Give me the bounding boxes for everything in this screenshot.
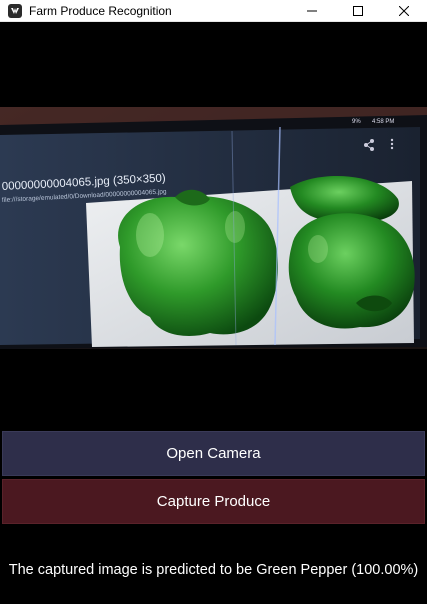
minimize-button[interactable] <box>289 0 335 22</box>
capture-produce-label: Capture Produce <box>156 493 271 510</box>
capture-produce-button[interactable]: Capture Produce <box>2 479 425 524</box>
maximize-button[interactable] <box>335 0 381 22</box>
title-bar[interactable]: Farm Produce Recognition <box>0 0 427 22</box>
maximize-icon <box>353 5 363 16</box>
window-title: Farm Produce Recognition <box>29 3 172 18</box>
app-window: Farm Produce Recognition 9% 4:58 PM 0000… <box>0 0 427 604</box>
camera-preview: 9% 4:58 PM 00000000004065.jpg (350×350) … <box>0 107 427 349</box>
open-camera-button[interactable]: Open Camera <box>2 431 425 476</box>
open-camera-label: Open Camera <box>166 445 261 462</box>
close-button[interactable] <box>381 0 427 22</box>
camera-frame-image: 9% 4:58 PM 00000000004065.jpg (350×350) … <box>0 107 427 349</box>
green-pepper-right-bottom <box>288 213 415 329</box>
app-logo-icon <box>8 3 22 18</box>
phone-battery-text: 9% <box>352 119 361 125</box>
more-menu-icon <box>390 138 394 150</box>
minimize-icon <box>307 10 317 11</box>
phone-time-text: 4:58 PM <box>372 119 394 125</box>
prediction-result: The captured image is predicted to be Gr… <box>8 562 419 578</box>
close-icon <box>399 5 409 16</box>
